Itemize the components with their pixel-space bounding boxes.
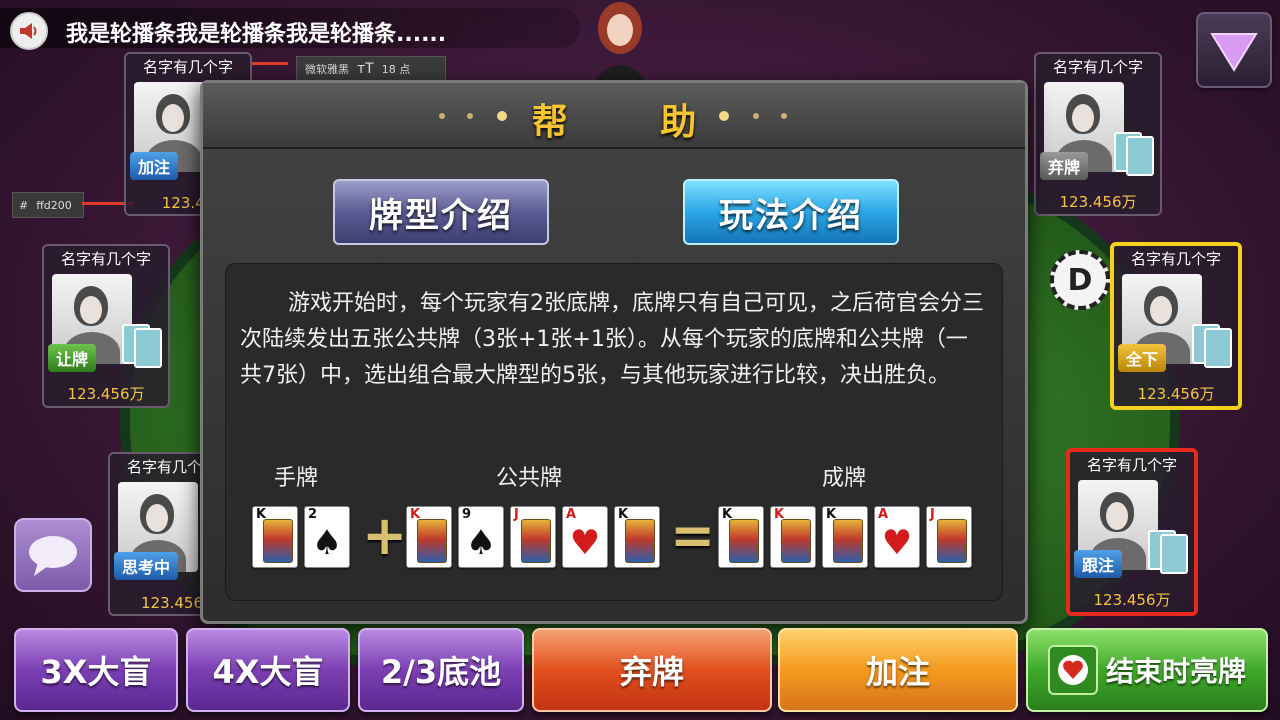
annotation-line (252, 62, 288, 65)
player-status: 加注 (130, 152, 179, 180)
dialog-header: 帮 助 (203, 83, 1025, 149)
player-status: 思考中 (114, 552, 179, 580)
bet-two-thirds-pot-button[interactable]: 2/3底池 (358, 628, 524, 712)
player-name: 名字有几个字 (1052, 58, 1143, 76)
decor-dot (719, 111, 729, 121)
player-status: 让牌 (48, 344, 97, 372)
hole-cards-icon (1114, 132, 1154, 176)
checkbox-heart-icon[interactable] (1047, 645, 1098, 695)
plus-sign: + (362, 504, 408, 567)
playing-card: K (614, 506, 660, 568)
player-seat-6[interactable]: 名字有几个字 跟注 123.456万 (1066, 448, 1198, 616)
speaker-icon (10, 12, 48, 50)
triangle-down-icon (1210, 33, 1258, 72)
player-seat-5[interactable]: 名字有几个字 全下 123.456万 (1110, 242, 1242, 410)
equals-sign: = (670, 504, 716, 567)
playing-card: K (252, 506, 298, 568)
dealer-button: D (1050, 250, 1110, 310)
playing-card: K (718, 506, 764, 568)
show-cards-label: 结束时亮牌 (1105, 655, 1246, 688)
playing-card: 9 ♠ (458, 506, 504, 568)
player-name: 名字有几个字 (60, 250, 151, 268)
playing-card: A ♥ (562, 506, 608, 568)
help-dialog: 帮 助 牌型介绍 玩法介绍 游戏开始时，每个玩家有2张底牌，底牌只有自己可见，之… (200, 80, 1028, 624)
chat-button[interactable] (14, 518, 92, 592)
player-name: 名字有几个字 (142, 58, 233, 76)
playing-card: K (822, 506, 868, 568)
hash-label: # (19, 198, 29, 212)
playing-card: K (770, 506, 816, 568)
player-status: 全下 (1118, 344, 1167, 372)
playing-card: J (510, 506, 556, 568)
player-status: 弃牌 (1040, 152, 1089, 180)
show-cards-at-end-button[interactable]: 结束时亮牌 (1026, 628, 1268, 712)
fold-button[interactable]: 弃牌 (532, 628, 772, 712)
player-name: 名字有几个字 (1086, 456, 1177, 474)
playing-card: 2 ♠ (304, 506, 350, 568)
hole-cards-icon (122, 324, 162, 368)
decor-dot (781, 113, 787, 119)
player-chips: 123.456万 (1093, 591, 1171, 609)
color-code: ffd200 (36, 198, 72, 212)
player-name: 名字有几个字 (1130, 250, 1221, 268)
dealer-avatar (585, 0, 655, 80)
player-chips: 123.456万 (1059, 193, 1137, 211)
chat-bubble-icon (29, 536, 77, 576)
bet-4x-big-blind-button[interactable]: 4X大盲 (186, 628, 350, 712)
player-seat-4[interactable]: 名字有几个字 弃牌 123.456万 (1034, 52, 1162, 216)
font-size-icon: тT (357, 61, 374, 77)
hole-cards-icon (1148, 530, 1188, 574)
rules-paragraph: 游戏开始时，每个玩家有2张底牌，底牌只有自己可见，之后荷官会分三次陆续发出五张公… (240, 291, 984, 388)
marquee-text: 我是轮播条我是轮播条我是轮播条...... (66, 22, 447, 47)
bet-3x-big-blind-button[interactable]: 3X大盲 (14, 628, 178, 712)
player-chips: 123.456万 (67, 385, 145, 403)
font-annotation: 微软雅黑 тT 18 点 (296, 56, 446, 82)
tab-hand-types[interactable]: 牌型介绍 (333, 179, 549, 245)
hand-cards-label: 手牌 (274, 466, 319, 491)
player-status: 跟注 (1074, 550, 1123, 578)
tab-how-to-play[interactable]: 玩法介绍 (683, 179, 899, 245)
menu-dropdown-button[interactable] (1196, 12, 1272, 88)
player-chips: 123.456万 (1137, 385, 1215, 403)
playing-card: K (406, 506, 452, 568)
help-content: 游戏开始时，每个玩家有2张底牌，底牌只有自己可见，之后荷官会分三次陆续发出五张公… (225, 263, 1003, 601)
playing-card: A ♥ (874, 506, 920, 568)
color-annotation: # ffd200 (12, 192, 84, 218)
decor-dot (753, 113, 759, 119)
hole-cards-icon (1192, 324, 1232, 368)
playing-card: J (926, 506, 972, 568)
raise-button[interactable]: 加注 (778, 628, 1018, 712)
player-seat-2[interactable]: 名字有几个字 让牌 123.456万 (42, 244, 170, 408)
result-cards-label: 成牌 (822, 466, 867, 491)
font-size-label: 18 点 (381, 63, 411, 76)
dialog-title: 帮 助 (531, 102, 737, 143)
font-name: 微软雅黑 (305, 63, 349, 76)
community-cards-label: 公共牌 (496, 466, 563, 491)
